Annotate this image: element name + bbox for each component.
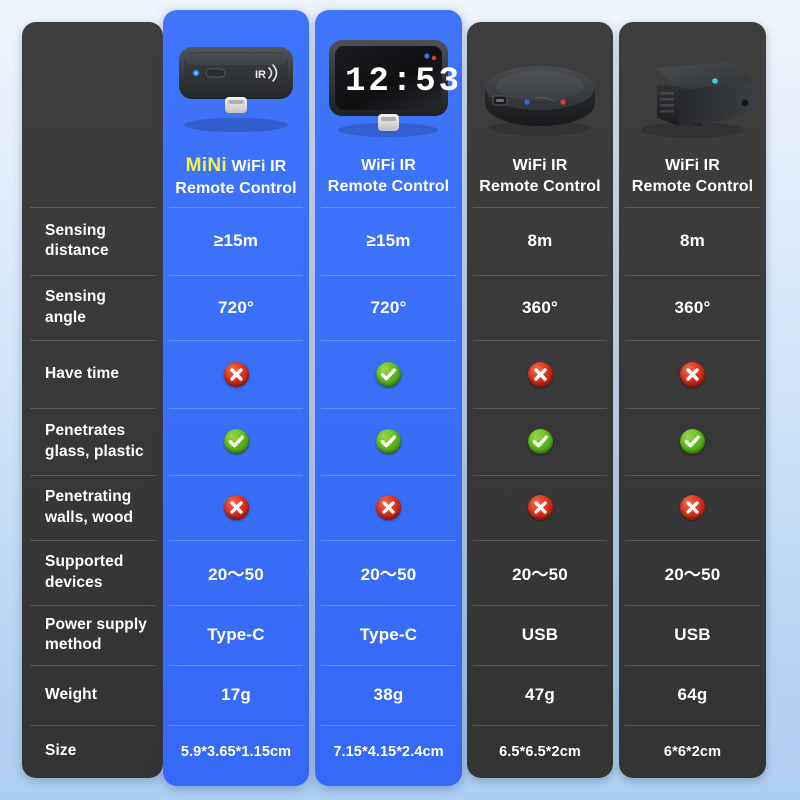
spec-value: 8m: [680, 231, 705, 250]
status-icon-no: [315, 475, 462, 540]
device-image-2: 12:53: [315, 26, 462, 146]
status-icon-yes: [467, 408, 613, 475]
status-icon-no: [467, 475, 613, 540]
status-icon-no: [467, 340, 613, 408]
device-image-4: [619, 40, 766, 150]
spec-value: 7.15*4.15*2.4cm: [333, 743, 444, 760]
cross-icon: [223, 495, 249, 520]
feature-label: Sensing distance: [22, 207, 163, 275]
cross-icon: [223, 361, 249, 387]
spec-value: 720°: [370, 297, 407, 317]
feature-label: Penetrates glass, plastic: [22, 408, 163, 475]
check-icon: [680, 429, 705, 454]
cross-icon: [527, 361, 553, 387]
check-icon: [527, 429, 553, 454]
feature-label: Have time: [22, 340, 163, 408]
feature-label: Weight: [22, 665, 163, 725]
spec-value: Type-C: [207, 625, 265, 644]
cross-icon: [527, 495, 553, 520]
status-icon-no: [163, 475, 309, 540]
cross-icon: [680, 361, 705, 387]
cross-icon: [680, 495, 705, 520]
feature-label: Supported devices: [22, 540, 163, 605]
feature-label-text: Penetrating walls, wood: [45, 488, 134, 526]
feature-label: Size: [22, 725, 163, 778]
spec-value: 720°: [218, 297, 254, 317]
product-name-line1-2: WiFi IR: [361, 157, 416, 175]
status-icon-yes: [619, 408, 766, 475]
product-name-line1-1: WiFi IR: [231, 158, 287, 176]
device-image-3: [467, 40, 613, 150]
feature-label: Sensing angle: [22, 275, 163, 340]
check-icon: [376, 429, 401, 454]
feature-label-text: Size: [45, 742, 77, 760]
check-icon: [376, 361, 401, 387]
spec-value: 17g: [221, 685, 251, 704]
feature-label-text: Supported devices: [45, 553, 124, 591]
svg-text:12:53: 12:53: [345, 63, 462, 101]
device-image-1: IR: [163, 30, 309, 145]
product-name-line2-1: Remote Control: [175, 179, 297, 197]
spec-value: 20～50: [512, 565, 568, 584]
spec-value: 20～50: [664, 565, 721, 584]
feature-label: Power supply method: [22, 605, 163, 665]
product-header-4: WiFi IR Remote Control: [619, 148, 766, 206]
spec-value: Type-C: [359, 625, 418, 644]
product-name-line1-4: WiFi IR: [665, 157, 720, 175]
spec-value: ≥15m: [213, 231, 259, 250]
product-name-line2-4: Remote Control: [631, 178, 754, 195]
feature-label-text: Have time: [45, 364, 120, 382]
feature-label-text: Sensing angle: [45, 288, 106, 326]
spec-value: 20～50: [360, 565, 417, 584]
feature-label-text: Sensing distance: [45, 221, 109, 259]
spec-value: 47g: [525, 685, 555, 704]
spec-value: 360°: [674, 297, 711, 317]
feature-label-text: Power supply method: [45, 615, 147, 653]
spec-value: 360°: [522, 297, 558, 317]
product-name-line1-3: WiFi IR: [512, 157, 568, 175]
status-icon-yes: [315, 340, 462, 408]
feature-label: Penetrating walls, wood: [22, 475, 163, 540]
spec-value: 8m: [527, 231, 553, 250]
spec-value: USB: [674, 625, 711, 644]
spec-value: 20～50: [208, 565, 264, 584]
spec-value: 6*6*2cm: [663, 743, 722, 760]
feature-label-text: Penetrates glass, plastic: [45, 422, 144, 460]
comparison-table: IR 12:53 MiNi WiFi IR Remote Control WiF…: [0, 0, 800, 800]
product-header-2: WiFi IR Remote Control: [315, 148, 462, 206]
status-icon-no: [619, 475, 766, 540]
status-icon-yes: [163, 408, 309, 475]
spec-value: 38g: [373, 685, 404, 704]
product-name-line2-3: Remote Control: [479, 178, 601, 195]
feature-label-text: Weight: [45, 685, 97, 703]
spec-value: ≥15m: [366, 231, 411, 250]
spec-value: 5.9*3.65*1.15cm: [180, 743, 292, 760]
spec-value: USB: [521, 625, 559, 644]
spec-value: 6.5*6.5*2cm: [499, 743, 581, 760]
product-name-line2-2: Remote Control: [327, 178, 450, 195]
status-icon-no: [163, 340, 309, 408]
product-name-badge-1: MiNi: [185, 155, 227, 177]
status-icon-yes: [315, 408, 462, 475]
product-header-3: WiFi IR Remote Control: [467, 148, 613, 206]
svg-text:IR: IR: [255, 69, 266, 81]
check-icon: [223, 429, 249, 454]
product-header-1: MiNi WiFi IR Remote Control: [163, 148, 309, 206]
status-icon-no: [619, 340, 766, 408]
spec-value: 64g: [677, 685, 708, 704]
cross-icon: [376, 495, 401, 520]
